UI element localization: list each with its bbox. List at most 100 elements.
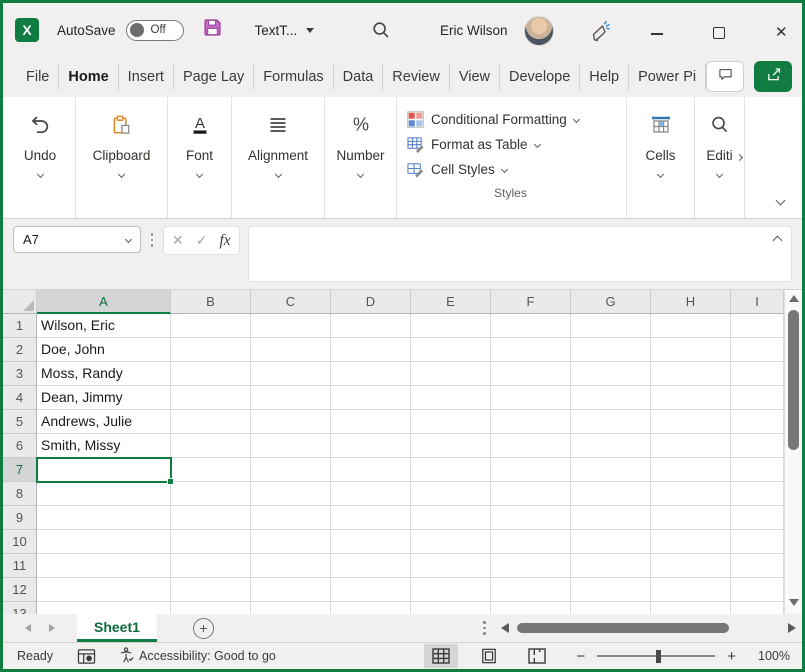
cell-G11[interactable] [571,554,651,578]
zoom-slider[interactable] [597,655,715,657]
cell-F7[interactable] [491,458,571,482]
cell-A11[interactable] [37,554,171,578]
close-button[interactable]: ✕ [775,23,788,43]
cell-I12[interactable] [731,578,784,602]
row-header-2[interactable]: 2 [3,338,37,362]
cancel-button[interactable]: ✕ [172,232,184,249]
col-header-G[interactable]: G [571,290,651,314]
cell-E5[interactable] [411,410,491,434]
collapse-formula-bar-button[interactable] [773,236,783,246]
cell-G3[interactable] [571,362,651,386]
cell-A3[interactable]: Moss, Randy [37,362,171,386]
cell-D11[interactable] [331,554,411,578]
cell-A10[interactable] [37,530,171,554]
cell-E3[interactable] [411,362,491,386]
cell-A8[interactable] [37,482,171,506]
formula-input[interactable] [248,226,792,282]
cell-C11[interactable] [251,554,331,578]
cell-D5[interactable] [331,410,411,434]
cell-A12[interactable] [37,578,171,602]
scroll-up-arrow[interactable] [789,295,799,302]
maximize-button[interactable] [713,27,725,39]
cell-B1[interactable] [171,314,251,338]
col-header-H[interactable]: H [651,290,731,314]
minimize-button[interactable] [651,33,663,35]
row-header-4[interactable]: 4 [3,386,37,410]
row-header-8[interactable]: 8 [3,482,37,506]
cell-B4[interactable] [171,386,251,410]
cell-G12[interactable] [571,578,651,602]
cell-I3[interactable] [731,362,784,386]
select-all-corner[interactable] [3,290,37,314]
cell-H11[interactable] [651,554,731,578]
cell-H9[interactable] [651,506,731,530]
avatar[interactable] [524,16,554,46]
row-header-13[interactable]: 13 [3,602,37,614]
cell-C4[interactable] [251,386,331,410]
tab-view[interactable]: View [450,64,500,90]
cell-D1[interactable] [331,314,411,338]
cell-D8[interactable] [331,482,411,506]
cell-G13[interactable] [571,602,651,614]
cell-G4[interactable] [571,386,651,410]
cell-F13[interactable] [491,602,571,614]
cell-F3[interactable] [491,362,571,386]
cell-A6[interactable]: Smith, Missy [37,434,171,458]
cell-G2[interactable] [571,338,651,362]
col-header-C[interactable]: C [251,290,331,314]
cell-F6[interactable] [491,434,571,458]
row-header-11[interactable]: 11 [3,554,37,578]
tab-help[interactable]: Help [580,64,629,90]
zoom-level[interactable]: 100% [752,649,790,663]
ribbon-group-alignment[interactable]: Alignment [232,97,325,218]
tab-power-pi[interactable]: Power Pi [629,64,706,90]
cell-H5[interactable] [651,410,731,434]
cell-I13[interactable] [731,602,784,614]
row-header-12[interactable]: 12 [3,578,37,602]
cell-H13[interactable] [651,602,731,614]
cell-E4[interactable] [411,386,491,410]
cell-G9[interactable] [571,506,651,530]
ribbon-group-clipboard[interactable]: Clipboard [76,97,168,218]
name-box[interactable]: A7 [13,226,141,253]
cell-I1[interactable] [731,314,784,338]
cell-G7[interactable] [571,458,651,482]
cell-G1[interactable] [571,314,651,338]
zoom-in-button[interactable]: + [727,648,736,665]
cell-A5[interactable]: Andrews, Julie [37,410,171,434]
cell-F12[interactable] [491,578,571,602]
horizontal-scroll-thumb[interactable] [517,623,729,633]
document-title-dropdown[interactable]: TextT... [255,23,315,38]
cell-B6[interactable] [171,434,251,458]
cell-H8[interactable] [651,482,731,506]
zoom-slider-thumb[interactable] [656,650,661,663]
enter-button[interactable]: ✓ [196,232,208,249]
cell-F10[interactable] [491,530,571,554]
col-header-F[interactable]: F [491,290,571,314]
tab-data[interactable]: Data [334,64,384,90]
row-header-6[interactable]: 6 [3,434,37,458]
fill-handle[interactable] [167,478,174,485]
cell-B9[interactable] [171,506,251,530]
user-name[interactable]: Eric Wilson [440,23,508,38]
cell-F8[interactable] [491,482,571,506]
conditional-formatting-button[interactable]: Conditional Formatting [407,107,626,132]
cell-D10[interactable] [331,530,411,554]
cell-D13[interactable] [331,602,411,614]
comments-button[interactable] [706,61,744,92]
cell-F5[interactable] [491,410,571,434]
excel-logo-icon[interactable]: X [15,18,39,42]
row-header-1[interactable]: 1 [3,314,37,338]
cell-C3[interactable] [251,362,331,386]
sheet-tab-sheet1[interactable]: Sheet1 [77,614,157,642]
cell-D4[interactable] [331,386,411,410]
cell-H10[interactable] [651,530,731,554]
cell-C13[interactable] [251,602,331,614]
tab-home[interactable]: Home [59,64,118,90]
formula-bar-grip[interactable] [145,233,159,247]
cell-D7[interactable] [331,458,411,482]
cell-B3[interactable] [171,362,251,386]
cell-I2[interactable] [731,338,784,362]
scroll-down-arrow[interactable] [789,599,799,606]
cell-B5[interactable] [171,410,251,434]
